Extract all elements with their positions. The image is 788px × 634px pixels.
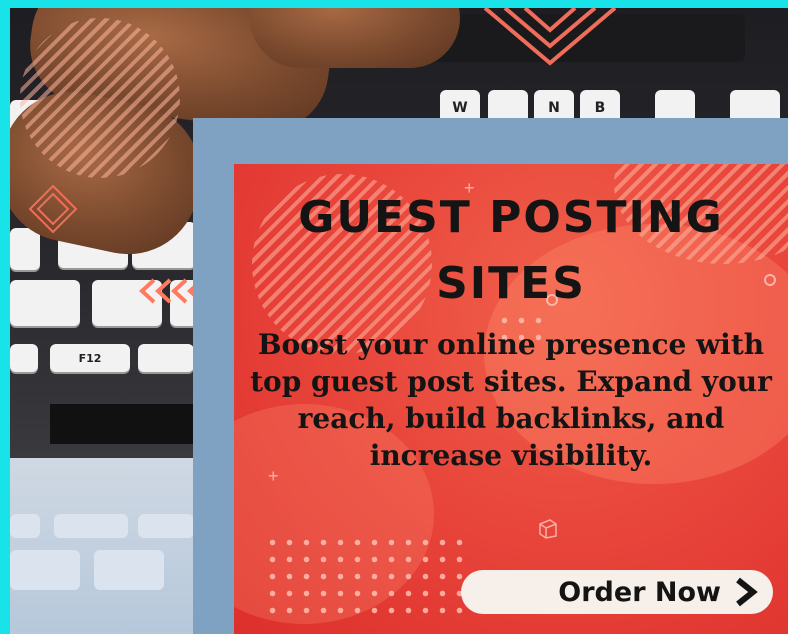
key-delete bbox=[10, 280, 80, 326]
reflect-key bbox=[10, 550, 80, 590]
title-line-2: SITES bbox=[436, 258, 586, 309]
laptop-hinge bbox=[50, 404, 200, 444]
hand-right bbox=[250, 8, 460, 68]
diamond-icon bbox=[28, 184, 78, 234]
reflect-key bbox=[138, 514, 194, 538]
key-f11 bbox=[138, 344, 194, 372]
arrow-right-icon bbox=[736, 577, 758, 607]
key-label: B bbox=[594, 100, 606, 116]
promo-card: + + GUEST POSTING SITES Boost your onlin… bbox=[234, 164, 788, 634]
order-now-button[interactable]: Order Now bbox=[461, 570, 773, 614]
key-label: W bbox=[452, 100, 468, 116]
promo-description: Boost your online presence with top gues… bbox=[250, 328, 772, 472]
key-label: F12 bbox=[78, 351, 102, 365]
chevron-decor-icon bbox=[483, 8, 617, 66]
key-label: N bbox=[548, 100, 560, 116]
key-left-2 bbox=[10, 228, 40, 270]
reflect-key bbox=[94, 550, 164, 590]
reflect-key bbox=[54, 514, 128, 538]
cube-decor-icon bbox=[539, 519, 557, 539]
title-line-1: GUEST POSTING bbox=[298, 192, 724, 243]
decor-stripes bbox=[20, 18, 180, 178]
order-now-label: Order Now bbox=[558, 576, 721, 608]
key-f12: F12 bbox=[50, 344, 130, 372]
reflect-key bbox=[10, 514, 40, 538]
decor-dots bbox=[264, 534, 464, 624]
key-fn-1 bbox=[10, 344, 38, 372]
